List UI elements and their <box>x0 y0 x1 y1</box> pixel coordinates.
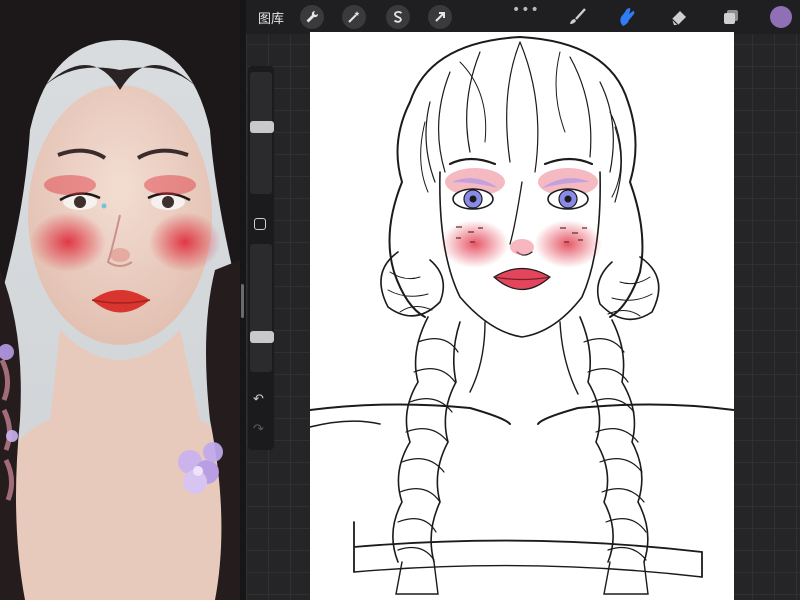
drawing-canvas[interactable] <box>310 32 734 600</box>
selection-s-icon <box>393 10 403 23</box>
smudge-finger-icon <box>620 8 635 26</box>
transform-button[interactable] <box>428 5 452 29</box>
brush-tool[interactable] <box>564 5 590 29</box>
gallery-button[interactable]: 图库 <box>258 8 284 27</box>
magic-wand-icon <box>348 11 360 23</box>
eraser-icon <box>671 11 686 26</box>
more-options-dots[interactable]: ••• <box>512 2 540 18</box>
portrait-sketch <box>310 35 734 595</box>
opacity-slider[interactable] <box>250 244 274 372</box>
left-sidebar: ↶ ↷ <box>248 66 274 450</box>
eraser-tool[interactable] <box>666 5 692 29</box>
brush-size-thumb[interactable] <box>250 121 274 133</box>
arrow-cursor-icon <box>435 12 445 22</box>
reference-portrait <box>0 0 240 600</box>
undo-icon[interactable]: ↶ <box>253 392 264 407</box>
layers-button[interactable] <box>718 5 744 29</box>
selection-button[interactable] <box>386 5 410 29</box>
adjustments-button[interactable] <box>342 5 366 29</box>
layers-icon <box>724 10 738 24</box>
reference-photo <box>0 0 240 600</box>
smudge-tool[interactable] <box>614 5 640 29</box>
opacity-thumb[interactable] <box>250 331 274 343</box>
actions-button[interactable] <box>300 5 324 29</box>
top-toolbar: 图库 ••• <box>246 0 800 34</box>
split-view-handle[interactable] <box>241 284 244 318</box>
brush-icon <box>570 8 586 24</box>
color-swatch[interactable] <box>770 6 792 28</box>
wrench-icon <box>306 10 319 23</box>
redo-icon[interactable]: ↷ <box>253 422 264 437</box>
square-modify-icon[interactable] <box>254 218 266 230</box>
brush-size-slider[interactable] <box>250 72 274 194</box>
